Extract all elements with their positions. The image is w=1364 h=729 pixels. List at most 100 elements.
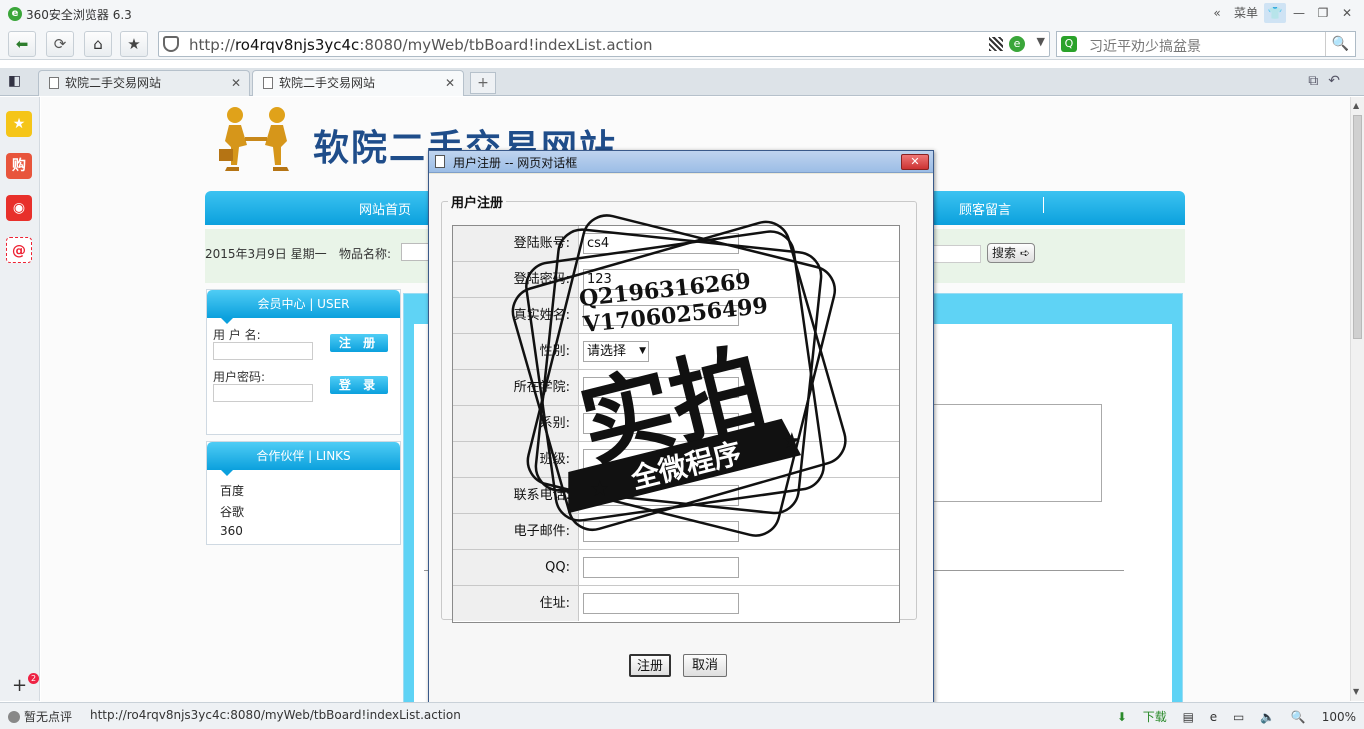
speed-icon[interactable]: ▤ [1183, 710, 1194, 724]
page-scrollbar[interactable]: ▲ ▼ [1350, 97, 1364, 701]
page-icon [435, 155, 445, 168]
field-input[interactable]: cs4 [583, 233, 739, 254]
volume-icon[interactable]: 🔈 [1260, 710, 1275, 724]
home-button[interactable]: ⌂ [84, 31, 112, 57]
close-tab-icon[interactable]: ✕ [445, 71, 455, 95]
zoom-control[interactable]: 🔍 100% [1291, 710, 1356, 724]
tab-label: 软院二手交易网站 [65, 76, 162, 90]
collapse-icon[interactable]: « [1206, 3, 1228, 23]
browser-app-title: 360安全浏览器 6.3 [26, 7, 132, 22]
minimize-icon[interactable]: — [1288, 3, 1310, 23]
refresh-button[interactable]: ⟳ [46, 31, 74, 57]
new-tab-button[interactable]: + [470, 72, 496, 94]
status-tools: ⬇ 下载 ▤ e ▭ 🔈 🔍 100% [1105, 708, 1356, 725]
field-input[interactable] [583, 485, 739, 506]
close-window-icon[interactable]: ✕ [1336, 3, 1358, 23]
partner-link-360[interactable]: 360 [220, 524, 243, 538]
search-engine-icon[interactable]: Q [1061, 36, 1077, 52]
tab-1[interactable]: 软院二手交易网站 ✕ [38, 70, 250, 96]
scroll-down-icon[interactable]: ▼ [1353, 687, 1359, 696]
rating-icon [8, 711, 20, 723]
shield-icon [163, 36, 179, 52]
product-search-input[interactable] [931, 245, 981, 263]
submit-register-button[interactable]: 注册 [629, 654, 671, 677]
field-input[interactable] [583, 305, 739, 326]
select-value: 请选择 [587, 344, 627, 359]
address-url[interactable]: http://ro4rqv8njs3yc4c:8080/myWeb/tbBoar… [189, 36, 653, 54]
back-button[interactable]: ⬅ [8, 31, 36, 57]
field-input[interactable] [583, 557, 739, 578]
partner-link-baidu[interactable]: 百度 [220, 482, 244, 499]
form-row: 联系电话: [453, 478, 899, 514]
product-name-label: 物品名称: [339, 247, 392, 261]
product-search-button[interactable]: 搜索 ➪ [987, 243, 1035, 263]
skin-icon[interactable]: 👕 [1264, 3, 1286, 23]
field-label: 登陆账号: [453, 226, 579, 261]
registration-group-title: 用户注册 [451, 196, 504, 211]
field-label: 联系电话: [453, 478, 579, 513]
cancel-button[interactable]: 取消 [683, 654, 727, 677]
message-textarea[interactable] [930, 404, 1102, 502]
restore-icon[interactable]: ❐ [1312, 3, 1334, 23]
partner-link-google[interactable]: 谷歌 [220, 503, 244, 520]
rating-status[interactable]: 暂无点评 [8, 708, 72, 725]
field-input[interactable] [583, 377, 739, 398]
password-input[interactable] [213, 384, 313, 402]
member-center-header: 会员中心 | USER [207, 290, 400, 324]
form-row: 所在学院: [453, 370, 899, 406]
scroll-up-icon[interactable]: ▲ [1353, 101, 1359, 110]
download-button[interactable]: ⬇ 下载 [1117, 710, 1167, 724]
favorite-button[interactable]: ★ [120, 31, 148, 57]
nav-divider [1043, 197, 1044, 213]
sidebar-toggle-icon[interactable]: ◧ [8, 73, 21, 89]
chevron-down-icon[interactable]: ▼ [1037, 35, 1045, 48]
window-icon[interactable]: ▭ [1233, 710, 1244, 724]
menu-button[interactable]: 菜单 [1230, 3, 1262, 23]
scroll-thumb[interactable] [1353, 115, 1362, 339]
register-button[interactable]: 注 册 [330, 334, 388, 352]
nav-guestbook-link[interactable]: 顾客留言 [959, 199, 1011, 218]
field-input[interactable] [583, 521, 739, 542]
status-url: http://ro4rqv8njs3yc4c:8080/myWeb/tbBoar… [90, 708, 461, 722]
current-date: 2015年3月9日 星期一 [205, 247, 327, 261]
field-input[interactable] [583, 413, 739, 434]
dialog-close-button[interactable]: ✕ [901, 154, 929, 170]
search-box[interactable]: Q 习近平劝少搞盆景 🔍 [1056, 31, 1356, 57]
nav-home-link[interactable]: 网站首页 [359, 199, 411, 218]
field-input[interactable]: 123 [583, 269, 739, 290]
notification-badge: 2 [28, 673, 39, 684]
window-controls: « 菜单 👕 — ❐ ✕ [1206, 3, 1358, 23]
chevron-down-icon[interactable]: ▼ [639, 342, 646, 361]
username-label: 用 户 名: [213, 328, 261, 342]
member-center-panel: 会员中心 | USER 用 户 名: 注 册 用户密码: 登 录 [206, 289, 401, 435]
star-icon: ★ [127, 35, 141, 53]
login-button[interactable]: 登 录 [330, 376, 388, 394]
handshake-logo [219, 107, 289, 171]
add-icon[interactable]: + [12, 675, 27, 696]
favorites-star-icon[interactable]: ★ [6, 111, 32, 137]
tab-tools[interactable]: ⧉↶ [1308, 73, 1350, 89]
mail-icon[interactable]: @ [6, 237, 32, 263]
field-input[interactable] [583, 593, 739, 614]
password-label: 用户密码: [213, 370, 266, 384]
gender-select[interactable]: 请选择 ▼ [583, 341, 649, 362]
username-input[interactable] [213, 342, 313, 360]
form-row: 登陆账号: cs4 [453, 226, 899, 262]
field-label: 住址: [453, 586, 579, 621]
weibo-icon[interactable]: ◉ [6, 195, 32, 221]
field-input[interactable] [583, 449, 739, 470]
search-icon[interactable]: 🔍 [1325, 32, 1355, 56]
tab-2[interactable]: 软院二手交易网站 ✕ [252, 70, 464, 96]
search-input[interactable]: 习近平劝少搞盆景 [1089, 36, 1201, 56]
form-row: 班级: [453, 442, 899, 478]
qrcode-icon[interactable] [989, 37, 1003, 51]
form-row: 登陆密码: 123 [453, 262, 899, 298]
shopping-icon[interactable]: 购 [6, 153, 32, 179]
tab-label: 软院二手交易网站 [279, 76, 376, 90]
close-tab-icon[interactable]: ✕ [231, 71, 241, 95]
product-name-input[interactable] [401, 243, 431, 261]
field-label: 系别: [453, 406, 579, 441]
ie-mode-icon[interactable]: e [1009, 36, 1025, 52]
ie-icon[interactable]: e [1210, 710, 1217, 724]
address-bar[interactable]: http://ro4rqv8njs3yc4c:8080/myWeb/tbBoar… [158, 31, 1050, 57]
